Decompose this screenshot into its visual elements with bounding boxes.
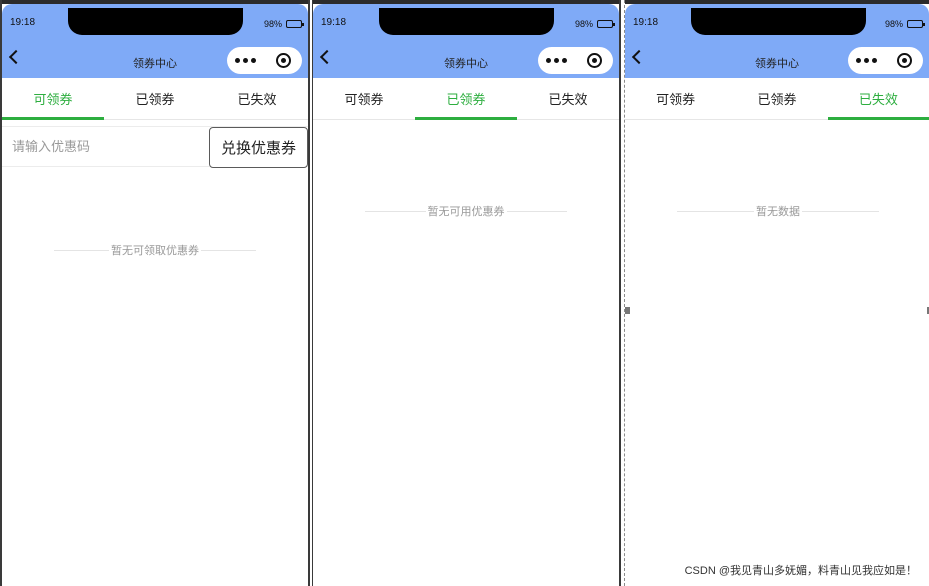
status-time: 19:18 (633, 17, 659, 28)
status-time: 19:18 (10, 17, 36, 28)
nav-header: 19:18 98% 领券中心 (2, 4, 308, 78)
tab-expired[interactable]: 已失效 (517, 78, 619, 119)
status-battery: 98% (884, 19, 925, 29)
empty-state-text: 暂无可用优惠券 (427, 206, 505, 218)
empty-state-text: 暂无可领取优惠券 (111, 245, 199, 257)
tab-expired[interactable]: 已失效 (206, 78, 308, 119)
tab-available[interactable]: 可领券 (2, 78, 104, 120)
coupon-tabs: 可领券 已领券 已失效 (313, 78, 619, 120)
device-notch (691, 8, 866, 35)
battery-icon (907, 20, 925, 28)
status-battery: 98% (574, 19, 615, 29)
watermark-text: CSDN @我见青山多妩媚，料青山见我应如是！ (684, 565, 917, 577)
redeem-coupon-button[interactable]: 兑换优惠券 (209, 127, 308, 168)
battery-percent: 98% (884, 19, 903, 29)
tab-claimed[interactable]: 已领券 (415, 78, 517, 120)
more-dots-icon[interactable] (227, 58, 265, 63)
device-notch (379, 8, 554, 35)
phone-screen-claimed: 19:18 98% 领券中心 可领券 已领券 已失效 暂无可用优惠券 (312, 0, 621, 586)
tab-claimed[interactable]: 已领券 (726, 78, 827, 119)
battery-icon (597, 20, 615, 28)
close-circle-icon[interactable] (576, 53, 614, 68)
empty-state-text: 暂无数据 (756, 206, 800, 218)
status-time: 19:18 (321, 17, 347, 28)
nav-header: 19:18 98% 领券中心 (625, 4, 929, 78)
coupon-tabs: 可领券 已领券 已失效 (2, 78, 308, 120)
empty-state: 暂无可用优惠券 (365, 203, 567, 219)
tab-available[interactable]: 可领券 (313, 78, 415, 119)
tab-expired[interactable]: 已失效 (827, 78, 929, 120)
resize-handle-left[interactable] (625, 307, 630, 314)
coupon-code-input[interactable] (2, 127, 209, 166)
more-dots-icon[interactable] (848, 58, 886, 63)
phone-screen-expired: 19:18 98% 领券中心 可领券 已领券 已失效 暂无数据 (624, 0, 929, 586)
battery-icon (286, 20, 304, 28)
battery-percent: 98% (263, 19, 282, 29)
status-battery: 98% (263, 19, 304, 29)
tab-available[interactable]: 可领券 (625, 78, 726, 119)
phone-screen-available: 19:18 98% 领券中心 可领券 已领券 已失效 兑换优惠券 暂无可领取优惠… (0, 0, 310, 586)
empty-state: 暂无数据 (677, 203, 879, 219)
mini-program-capsule (538, 47, 613, 74)
battery-percent: 98% (574, 19, 593, 29)
mini-program-capsule (227, 47, 302, 74)
mini-program-capsule (848, 47, 923, 74)
redeem-row: 兑换优惠券 (2, 126, 308, 168)
empty-state: 暂无可领取优惠券 (54, 242, 256, 258)
coupon-tabs: 可领券 已领券 已失效 (625, 78, 929, 120)
close-circle-icon[interactable] (886, 53, 924, 68)
more-dots-icon[interactable] (538, 58, 576, 63)
nav-header: 19:18 98% 领券中心 (313, 4, 619, 78)
device-notch (68, 8, 243, 35)
tab-claimed[interactable]: 已领券 (104, 78, 206, 119)
close-circle-icon[interactable] (265, 53, 303, 68)
